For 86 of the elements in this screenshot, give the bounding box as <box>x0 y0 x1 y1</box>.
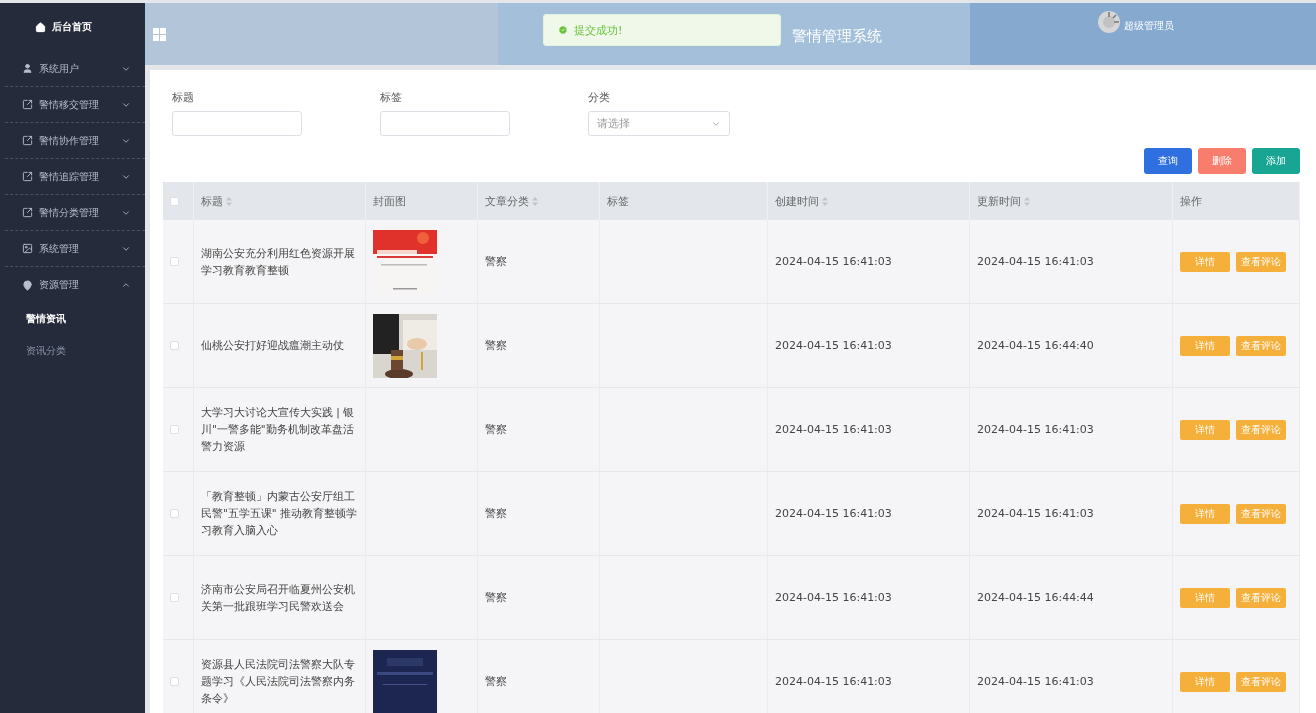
updated-time: 2024-04-15 16:44:40 <box>977 337 1094 354</box>
input-field[interactable] <box>172 111 302 136</box>
sidebar-subitem[interactable]: 资讯分类 <box>5 335 145 367</box>
comments-button[interactable]: 查看评论 <box>1236 251 1286 272</box>
detail-button[interactable]: 详情 <box>1180 419 1230 440</box>
created-time: 2024-04-15 16:41:03 <box>775 337 892 354</box>
sidebar-item[interactable]: 系统管理 <box>5 231 145 267</box>
system-title: 警情管理系统 <box>792 25 882 46</box>
detail-button[interactable]: 详情 <box>1180 251 1230 272</box>
comments-button[interactable]: 查看评论 <box>1236 335 1286 356</box>
square-arrow-icon <box>22 207 33 218</box>
column-header[interactable]: 创建时间 <box>775 193 819 209</box>
column-header[interactable]: 文章分类 <box>485 193 529 209</box>
category-text: 警察 <box>485 505 507 522</box>
filter-label: 标签 <box>380 90 403 105</box>
sidebar-item[interactable]: 警情追踪管理 <box>5 159 145 195</box>
article-title: 济南市公安局召开临夏州公安机关第一批跟班学习民警欢送会 <box>201 581 356 614</box>
home-icon <box>35 21 46 33</box>
article-title: 资源县人民法院司法警察大队专题学习《人民法院司法警察内务条令》 <box>201 657 356 706</box>
map-pin-icon <box>22 279 33 291</box>
filter-label: 分类 <box>588 90 611 105</box>
created-time: 2024-04-15 16:41:03 <box>775 421 892 438</box>
sidebar-subitem[interactable]: 警情资讯 <box>5 303 145 335</box>
created-time: 2024-04-15 16:41:03 <box>775 253 892 270</box>
created-time: 2024-04-15 16:41:03 <box>775 673 892 690</box>
select-all-checkbox[interactable] <box>170 196 179 206</box>
square-arrow-icon <box>22 99 33 110</box>
user-name[interactable]: 超级管理员 <box>1124 11 1174 33</box>
danger-button[interactable]: 删除 <box>1198 148 1246 174</box>
sort-icon[interactable] <box>226 196 232 206</box>
article-title: 仙桃公安打好迎战瘟潮主动仗 <box>201 338 344 354</box>
article-title: 「教育整顿」内蒙古公安厅组工民警"五学五课" 推动教育整顿学习教育入脑入心 <box>201 489 358 538</box>
created-time: 2024-04-15 16:41:03 <box>775 589 892 606</box>
row-checkbox[interactable] <box>170 425 179 434</box>
updated-time: 2024-04-15 16:41:03 <box>977 505 1094 522</box>
category-text: 警察 <box>485 673 507 690</box>
article-title: 大学习大讨论大宣传大实践 | 银川"一警多能"勤务机制改革盘活警力资源 <box>201 405 356 454</box>
toast-message: 提交成功! <box>574 22 623 38</box>
category-text: 警察 <box>485 421 507 438</box>
comments-button[interactable]: 查看评论 <box>1236 587 1286 608</box>
updated-time: 2024-04-15 16:41:03 <box>977 673 1094 690</box>
updated-time: 2024-04-15 16:41:03 <box>977 421 1094 438</box>
row-checkbox[interactable] <box>170 341 179 350</box>
comments-button[interactable]: 查看评论 <box>1236 503 1286 524</box>
column-header[interactable]: 标题 <box>201 193 223 209</box>
input-field[interactable] <box>380 111 510 136</box>
square-arrow-icon <box>22 171 33 182</box>
row-checkbox[interactable] <box>170 509 179 518</box>
row-checkbox[interactable] <box>170 677 179 686</box>
avatar-icon[interactable] <box>1098 11 1120 33</box>
sort-icon[interactable] <box>1024 196 1030 206</box>
detail-button[interactable]: 详情 <box>1180 587 1230 608</box>
article-title: 湖南公安充分利用红色资源开展学习教育教育整顿 <box>201 245 356 278</box>
category-text: 警察 <box>485 253 507 270</box>
updated-time: 2024-04-15 16:41:03 <box>977 253 1094 270</box>
primary-button[interactable]: 查询 <box>1144 148 1192 174</box>
created-time: 2024-04-15 16:41:03 <box>775 505 892 522</box>
column-header: 操作 <box>1180 193 1202 209</box>
comments-button[interactable]: 查看评论 <box>1236 419 1286 440</box>
check-circle-icon <box>558 25 568 35</box>
sidebar-item[interactable]: 警情分类管理 <box>5 195 145 231</box>
sidebar-item[interactable]: 警情移交管理 <box>5 87 145 123</box>
category-text: 警察 <box>485 337 507 354</box>
column-header: 标签 <box>607 193 629 209</box>
user-icon <box>22 63 33 74</box>
detail-button[interactable]: 详情 <box>1180 503 1230 524</box>
sort-icon[interactable] <box>532 196 538 206</box>
sort-icon[interactable] <box>822 196 828 206</box>
row-checkbox[interactable] <box>170 257 179 266</box>
category-text: 警察 <box>485 589 507 606</box>
grid-menu-icon[interactable] <box>153 27 166 41</box>
detail-button[interactable]: 详情 <box>1180 671 1230 692</box>
category-select[interactable]: 请选择 <box>588 111 730 136</box>
home-link[interactable]: 后台首页 <box>5 3 145 51</box>
filter-label: 标题 <box>172 90 195 105</box>
comments-button[interactable]: 查看评论 <box>1236 671 1286 692</box>
column-header[interactable]: 更新时间 <box>977 193 1021 209</box>
sidebar-item[interactable]: 资源管理 <box>5 267 145 303</box>
sidebar-item[interactable]: 警情协作管理 <box>5 123 145 159</box>
square-arrow-icon <box>22 135 33 146</box>
detail-button[interactable]: 详情 <box>1180 335 1230 356</box>
column-header: 封面图 <box>373 193 406 209</box>
success-button[interactable]: 添加 <box>1252 148 1300 174</box>
image-icon <box>22 243 33 254</box>
updated-time: 2024-04-15 16:44:44 <box>977 589 1094 606</box>
row-checkbox[interactable] <box>170 593 179 602</box>
